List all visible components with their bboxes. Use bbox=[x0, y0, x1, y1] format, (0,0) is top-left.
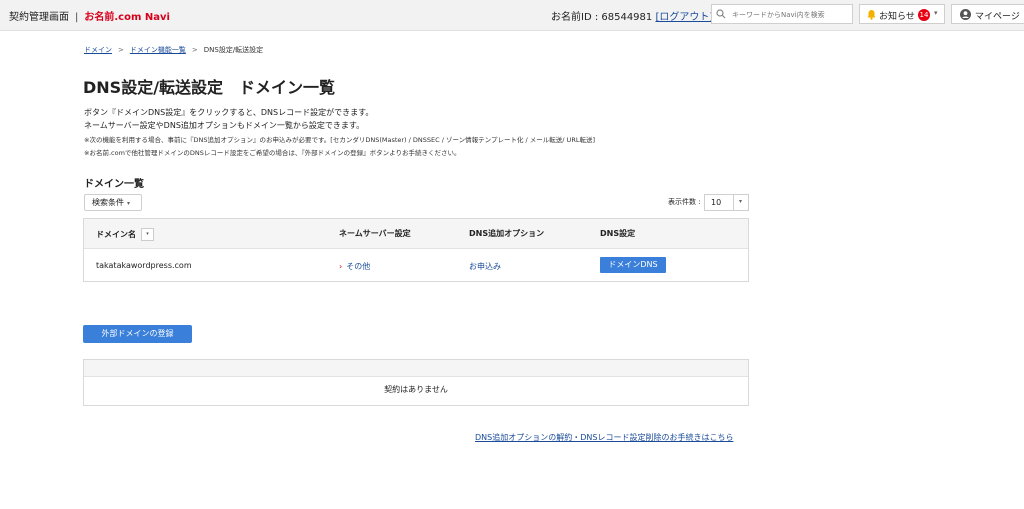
brand: 契約管理画面 | お名前.com Navi bbox=[9, 8, 170, 23]
page-title: DNS設定/転送設定 ドメイン一覧 bbox=[83, 78, 336, 97]
breadcrumb: ドメイン > ドメイン機能一覧 > DNS設定/転送設定 bbox=[84, 45, 263, 55]
per-page-label: 表示件数 : bbox=[668, 198, 701, 206]
account-id: お名前ID : 68544981 bbox=[551, 12, 653, 23]
search-input[interactable] bbox=[730, 7, 852, 23]
per-page-value: 10 bbox=[711, 198, 722, 207]
top-bar: 契約管理画面 | お名前.com Navi お名前ID : 68544981 [ログ… bbox=[0, 0, 1024, 31]
column-dns-option: DNS追加オプション bbox=[469, 229, 545, 238]
breadcrumb-separator: > bbox=[191, 46, 198, 54]
description-line-2: ネームサーバー設定やDNS追加オプションもドメイン一覧から設定できます。 bbox=[84, 121, 365, 130]
column-nameserver: ネームサーバー設定 bbox=[339, 229, 411, 238]
breadcrumb-domain-features[interactable]: ドメイン機能一覧 bbox=[130, 46, 186, 54]
domain-name: takatakawordpress.com bbox=[96, 261, 192, 270]
mypage-button[interactable]: マイページ bbox=[951, 4, 1024, 24]
logout-link[interactable]: [ログアウト] bbox=[655, 12, 713, 23]
dns-option-cell: お申込み bbox=[469, 261, 501, 272]
description-line-1: ボタン『ドメインDNS設定』をクリックすると、DNSレコード設定ができます。 bbox=[84, 108, 374, 117]
notice-count-badge: 14 bbox=[918, 9, 930, 21]
chevron-down-icon: ▾ bbox=[127, 200, 131, 207]
chevron-down-icon: ▾ bbox=[739, 198, 743, 205]
search-condition-button[interactable]: 検索条件 ▾ bbox=[84, 194, 142, 211]
table-header: ドメイン名 ▾ ネームサーバー設定 DNS追加オプション DNS設定 bbox=[84, 219, 748, 249]
mypage-label: マイページ bbox=[975, 12, 1020, 22]
brand-separator: | bbox=[75, 12, 79, 23]
user-icon bbox=[960, 9, 971, 20]
brand-logo[interactable]: お名前.com Navi bbox=[84, 12, 170, 23]
dns-option-apply-link[interactable]: お申込み bbox=[469, 262, 501, 271]
domain-list-heading: ドメイン一覧 bbox=[84, 179, 144, 190]
chevron-down-icon: ▾ bbox=[934, 9, 938, 17]
external-table-header bbox=[84, 360, 748, 377]
app-title: 契約管理画面 bbox=[9, 12, 69, 23]
domain-dns-button[interactable]: ドメインDNS bbox=[600, 257, 666, 273]
description-note-2: ※お名前.comで他社管理ドメインのDNSレコード設定をご希望の場合は、『外部ド… bbox=[84, 149, 461, 157]
bell-icon bbox=[867, 10, 876, 20]
no-contract-message: 契約はありません bbox=[384, 385, 448, 394]
arrow-right-icon: › bbox=[339, 262, 343, 271]
external-domain-table: 契約はありません bbox=[83, 359, 749, 406]
notice-button[interactable]: お知らせ 14 ▾ bbox=[859, 4, 945, 24]
account-info: お名前ID : 68544981 [ログアウト] bbox=[551, 8, 713, 23]
search-condition-label: 検索条件 bbox=[92, 198, 124, 207]
per-page-select[interactable]: 10 ▾ bbox=[704, 194, 749, 211]
notice-label: お知らせ bbox=[879, 12, 915, 22]
sort-icon[interactable]: ▾ bbox=[141, 228, 154, 241]
breadcrumb-current: DNS設定/転送設定 bbox=[203, 46, 264, 54]
nameserver-cell: › その他 bbox=[339, 261, 370, 272]
description-note-1: ※次の機能を利用する場合、事前に『DNS追加オプション』のお申込みが必要です。[… bbox=[84, 136, 595, 144]
breadcrumb-domain[interactable]: ドメイン bbox=[84, 46, 112, 54]
breadcrumb-separator: > bbox=[118, 46, 124, 54]
register-external-domain-button[interactable]: 外部ドメインの登録 bbox=[83, 325, 192, 343]
column-domain-label: ドメイン名 bbox=[96, 230, 136, 239]
select-divider bbox=[733, 195, 734, 210]
cancel-dns-option-link[interactable]: DNS追加オプションの解約・DNSレコード設定削除のお手続きはこちら bbox=[475, 432, 733, 443]
column-domain: ドメイン名 ▾ bbox=[96, 228, 154, 241]
search-icon bbox=[716, 9, 726, 19]
domain-table: ドメイン名 ▾ ネームサーバー設定 DNS追加オプション DNS設定 takata… bbox=[83, 218, 749, 282]
navi-search[interactable] bbox=[711, 4, 853, 24]
nameserver-link[interactable]: その他 bbox=[346, 262, 370, 271]
column-dns-setting: DNS設定 bbox=[600, 229, 636, 238]
